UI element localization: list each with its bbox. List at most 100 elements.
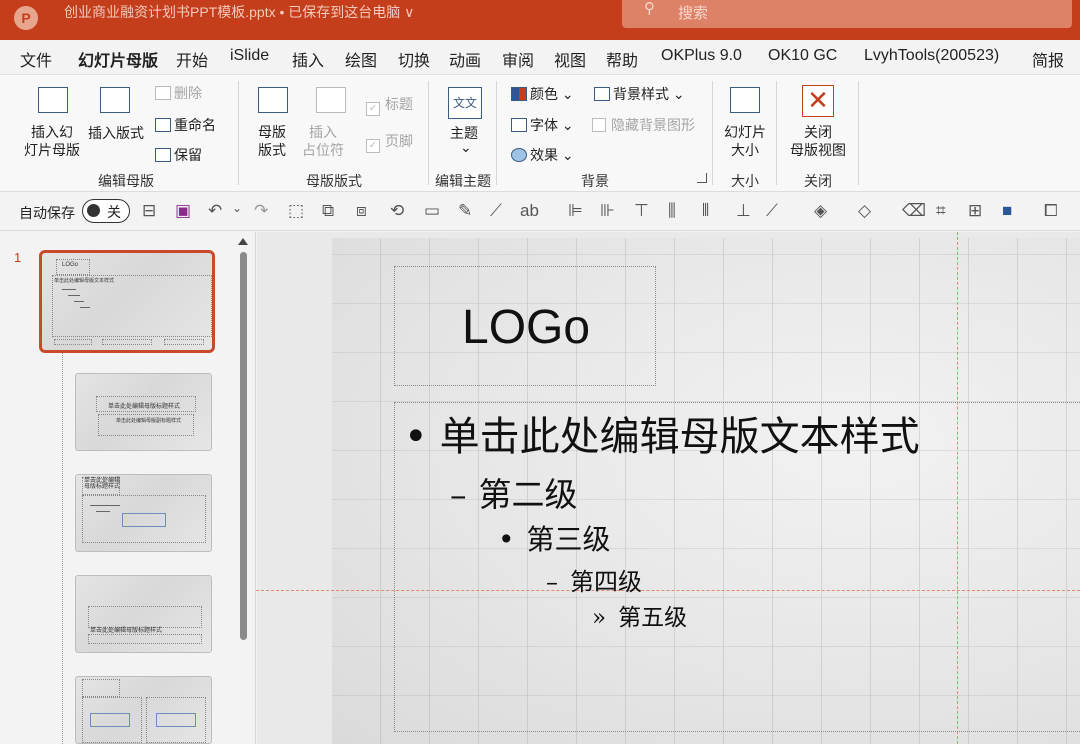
tab-animations[interactable]: 动画 xyxy=(449,47,481,71)
colors-label: 颜色 xyxy=(530,86,558,102)
tab-okplus[interactable]: OKPlus 9.0 xyxy=(661,47,742,65)
layout-grid-icon[interactable]: ⊞ xyxy=(968,201,982,221)
chevron-down-icon[interactable]: ⌄ xyxy=(232,201,242,215)
fonts-label: 字体 xyxy=(530,117,558,133)
line-tool-icon[interactable]: ⟋ xyxy=(766,201,778,221)
undo-icon[interactable]: ↶ xyxy=(208,201,222,221)
tab-slide-master[interactable]: 幻灯片母版 xyxy=(78,47,159,77)
color-swatch-icon[interactable]: ■ xyxy=(1002,201,1012,221)
chevron-down-icon: ⌄ xyxy=(460,139,472,155)
group-icon[interactable]: ⧉ xyxy=(322,201,334,221)
tab-review[interactable]: 审阅 xyxy=(502,47,534,71)
scroll-thumb[interactable] xyxy=(240,252,247,640)
group-label-close: 关闭 xyxy=(804,173,832,189)
align-middle-icon[interactable]: ⊥ xyxy=(736,201,751,221)
eraser-icon[interactable]: ⌫ xyxy=(902,201,926,221)
thumb-subtitle-text: 单击此处编辑母版副标题样式 xyxy=(116,418,182,424)
master-slide-thumbnail[interactable]: LOGo 单击此处编辑母版文本样式 xyxy=(39,250,215,353)
text-level-1: • 单击此处编辑母版文本样式 xyxy=(404,404,920,462)
tab-help[interactable]: 帮助 xyxy=(606,47,638,71)
group-divider xyxy=(428,81,429,185)
format-painter-icon[interactable]: ✎ xyxy=(458,201,472,221)
arrange-icon[interactable]: ⧈ xyxy=(356,201,367,221)
text-level-2: – 第二级 xyxy=(450,468,578,516)
layout-thumbnail-content[interactable]: 单击此处编辑母版标题样式 xyxy=(75,474,212,552)
scroll-up-icon[interactable] xyxy=(238,238,248,245)
logo-text: LOGo xyxy=(462,301,591,354)
background-styles-button[interactable]: 背景样式 ⌄ xyxy=(594,84,685,104)
delete-icon xyxy=(155,86,171,100)
thumbnail-scrollbar[interactable] xyxy=(238,238,248,744)
layout-thumbnail-title[interactable]: 单击此处编辑母版标题样式 单击此处编辑母版副标题样式 xyxy=(75,373,212,451)
tab-view[interactable]: 视图 xyxy=(554,47,586,71)
thumb-body-box xyxy=(52,275,212,337)
powerpoint-app-icon[interactable]: P xyxy=(14,6,38,30)
text-level-5-label: 第五级 xyxy=(618,605,688,631)
presentation-icon[interactable]: ⊟ xyxy=(142,201,156,221)
save-icon[interactable]: ▣ xyxy=(175,201,191,221)
dialog-launcher-icon[interactable] xyxy=(697,173,707,183)
autosave-label: 自动保存 xyxy=(19,205,75,221)
footer-checkbox-label: 页脚 xyxy=(385,133,413,149)
bullet-icon: • xyxy=(404,414,428,460)
distribute-horizontal-icon[interactable]: ⫼ xyxy=(668,201,676,221)
document-title[interactable]: 创业商业融资计划书PPT模板.pptx • 已保存到这台电脑 ∨ xyxy=(64,2,414,22)
fill-color-icon[interactable]: ◈ xyxy=(814,201,827,221)
hide-background-checkbox[interactable]: 隐藏背景图形 xyxy=(592,115,695,135)
thumb-logo-text: LOGo xyxy=(62,262,79,268)
checkbox-icon xyxy=(592,118,606,132)
hide-background-label: 隐藏背景图形 xyxy=(611,117,695,133)
tab-ok10gc[interactable]: OK10 GC xyxy=(768,47,837,65)
tab-lvyhtools[interactable]: LvyhTools(200523) xyxy=(864,47,999,65)
text-level-3: • 第三级 xyxy=(498,518,611,558)
rename-label: 重命名 xyxy=(174,117,216,133)
search-icon: ⚲ xyxy=(644,0,655,17)
tab-islide[interactable]: iSlide xyxy=(230,47,269,65)
title-checkbox[interactable]: ✓ 标题 xyxy=(366,94,413,116)
check-icon: ✓ xyxy=(366,102,380,116)
insert-layout-label: 插入版式 xyxy=(88,125,144,141)
thumb-picture-icon xyxy=(90,713,130,727)
eyedropper-icon[interactable]: ⟋ xyxy=(490,201,502,221)
group-divider xyxy=(712,81,713,185)
redo-icon[interactable]: ↷ xyxy=(254,201,268,221)
align-right-icon[interactable]: ⊪ xyxy=(600,201,615,221)
fonts-button[interactable]: 字体 ⌄ xyxy=(511,115,574,135)
ribbon-tabs: 文件 幻灯片母版 开始 iSlide 插入 绘图 切换 动画 审阅 视图 帮助 … xyxy=(0,40,1080,77)
title-checkbox-label: 标题 xyxy=(385,96,413,112)
text-level-5: » 第五级 xyxy=(592,598,687,632)
tab-home[interactable]: 开始 xyxy=(176,47,208,71)
tab-transitions[interactable]: 切换 xyxy=(398,47,430,71)
rotate-icon[interactable]: ⟲ xyxy=(390,201,404,221)
tab-briefing[interactable]: 简报 xyxy=(1032,47,1064,71)
close-icon: ✕ xyxy=(802,85,834,117)
footer-checkbox[interactable]: ✓ 页脚 xyxy=(366,131,413,153)
align-center-icon[interactable]: ⊤ xyxy=(634,201,649,221)
effects-button[interactable]: 效果 ⌄ xyxy=(511,145,574,165)
spacing-icon[interactable]: ab xyxy=(520,201,539,221)
tab-draw[interactable]: 绘图 xyxy=(345,47,377,71)
thumb-line xyxy=(96,511,110,512)
colors-button[interactable]: 颜色 ⌄ xyxy=(511,84,574,104)
textbox-icon[interactable]: ▭ xyxy=(424,201,440,221)
thumb-title-box xyxy=(82,679,120,697)
autosave-toggle[interactable]: 关 xyxy=(82,199,130,223)
tab-file[interactable]: 文件 xyxy=(20,47,52,71)
layout-icon xyxy=(100,87,130,113)
outline-color-icon[interactable]: ◇ xyxy=(858,201,871,221)
crop-icon[interactable]: ⌗ xyxy=(936,201,946,221)
delete-button[interactable]: 删除 xyxy=(155,83,202,103)
thumb-picture-icon xyxy=(156,713,196,727)
preserve-button[interactable]: 保留 xyxy=(155,145,202,165)
rename-button[interactable]: 重命名 xyxy=(155,115,216,135)
distribute-vertical-icon[interactable]: ⫴ xyxy=(702,201,709,221)
align-left-icon[interactable]: ⊫ xyxy=(568,201,583,221)
fonts-icon xyxy=(511,118,527,132)
layout-thumbnail-section[interactable]: 单击此处编辑母版标题样式 xyxy=(75,575,212,653)
search-box[interactable]: ⚲ 搜索 xyxy=(622,0,1072,28)
delete-label: 删除 xyxy=(174,85,202,101)
tab-insert[interactable]: 插入 xyxy=(292,47,324,71)
select-shape-icon[interactable]: ⬚ xyxy=(288,201,304,221)
text-style-icon[interactable]: ⧠ xyxy=(1044,201,1058,221)
layout-thumbnail-two-content[interactable] xyxy=(75,676,212,744)
